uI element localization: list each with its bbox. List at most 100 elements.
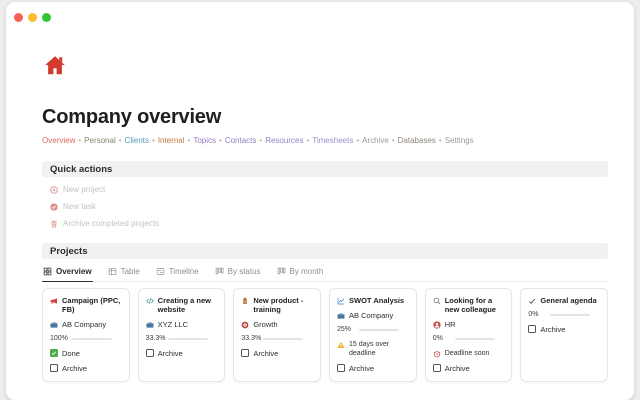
megaphone-icon xyxy=(50,297,57,304)
code-icon xyxy=(146,297,154,304)
minimize-window-button[interactable] xyxy=(28,13,37,22)
window-controls xyxy=(14,13,51,22)
project-card-website[interactable]: Creating a new website XYZ LLC 33.3% Arc… xyxy=(137,288,226,382)
progress-label: 25% xyxy=(337,326,352,333)
target-icon xyxy=(242,321,249,328)
archive-label: Archive xyxy=(540,325,566,334)
warning-icon xyxy=(337,341,345,348)
nav-link-timesheets[interactable]: Timesheets xyxy=(312,136,353,145)
archive-checkbox[interactable] xyxy=(241,349,250,357)
tab-timeline[interactable]: Timeline xyxy=(155,264,200,281)
circle-plus-icon xyxy=(50,185,58,194)
progress-label: 0% xyxy=(528,311,539,318)
progress-bar xyxy=(359,328,400,331)
progress-label: 33.3% xyxy=(145,335,166,342)
project-card-agenda[interactable]: General agenda 0% Archive xyxy=(520,288,609,382)
card-title: SWOT Analysis xyxy=(349,296,405,305)
app-window: Company overview Overview • Personal • Clien… xyxy=(6,2,634,400)
zoom-window-button[interactable] xyxy=(42,13,51,22)
board-icon xyxy=(277,267,285,275)
project-card-campaign[interactable]: Campaign (PPC, FB) AB Company 100% Done … xyxy=(42,288,130,382)
archive-label: Archive xyxy=(349,364,375,373)
progress-bar xyxy=(167,337,208,340)
board-icon xyxy=(215,267,224,275)
progress-label: 33.3% xyxy=(241,335,262,342)
nav-link-overview[interactable]: Overview xyxy=(42,136,75,145)
briefcase-icon xyxy=(146,321,154,328)
project-card-training[interactable]: New product - training Growth 33.3% Arch… xyxy=(233,288,322,382)
briefcase-icon xyxy=(50,321,58,328)
close-window-button[interactable] xyxy=(14,13,23,22)
done-label: Done xyxy=(62,349,80,358)
card-title: Looking for a new colleague xyxy=(444,296,496,314)
project-cards: Campaign (PPC, FB) AB Company 100% Done … xyxy=(42,288,609,382)
progress-bar xyxy=(263,337,304,340)
project-card-swot[interactable]: SWOT Analysis AB Company 25% 15 days ove… xyxy=(329,288,417,382)
done-checkbox[interactable] xyxy=(50,349,58,357)
table-icon xyxy=(108,268,116,275)
nav-link-contacts[interactable]: Contacts xyxy=(225,136,257,145)
quick-actions-header: Quick actions xyxy=(42,161,608,177)
progress-row: 100% xyxy=(50,335,122,343)
card-title: Creating a new website xyxy=(157,296,212,314)
new-task-button[interactable]: New task xyxy=(42,202,608,211)
card-title: New product - training xyxy=(253,296,304,314)
nav-link-databases[interactable]: Databases xyxy=(398,136,436,145)
progress-row: 33.3% xyxy=(241,335,313,343)
tab-by-month[interactable]: By month xyxy=(276,264,325,281)
progress-bar xyxy=(72,337,112,340)
card-title: General agenda xyxy=(540,296,597,305)
card-title: Campaign (PPC, FB) xyxy=(62,296,121,314)
archive-label: Archive xyxy=(253,349,279,358)
archive-checkbox[interactable] xyxy=(337,364,346,372)
project-card-colleague[interactable]: Looking for a new colleague HR 0% Deadli… xyxy=(424,288,513,382)
archive-checkbox[interactable] xyxy=(50,364,58,372)
check-icon xyxy=(529,298,536,304)
breadcrumb: Overview • Personal • Clients • Internal • Topic… xyxy=(42,136,474,145)
house-icon[interactable] xyxy=(42,54,68,78)
new-project-button[interactable]: New project xyxy=(42,185,608,194)
person-icon xyxy=(433,320,441,329)
alarm-clock-icon xyxy=(433,350,440,357)
card-company: AB Company xyxy=(62,320,107,329)
deadline-soon-label: Deadline soon xyxy=(444,350,490,357)
quick-action-label: Archive completed projects xyxy=(63,219,160,228)
progress-row: 25% xyxy=(337,326,409,334)
archive-label: Archive xyxy=(444,364,470,373)
nav-link-internal[interactable]: Internal xyxy=(158,136,185,145)
progress-row: 33.3% xyxy=(146,335,218,343)
gallery-icon xyxy=(43,267,52,276)
progress-row: 0% xyxy=(433,335,505,343)
check-icon xyxy=(51,351,57,356)
nav-link-archive[interactable]: Archive xyxy=(362,136,389,145)
archive-label: Archive xyxy=(157,349,183,358)
projects-header: Projects xyxy=(42,243,608,259)
nav-link-settings[interactable]: Settings xyxy=(445,136,474,145)
archive-completed-projects-button[interactable]: Archive completed projects xyxy=(42,219,608,228)
tab-by-status[interactable]: By status xyxy=(214,264,262,281)
briefcase-icon xyxy=(337,312,345,319)
page-title: Company overview xyxy=(42,106,222,128)
trash-icon xyxy=(51,220,57,227)
archive-checkbox[interactable] xyxy=(145,349,154,357)
archive-checkbox[interactable] xyxy=(432,364,441,372)
timeline-icon xyxy=(156,268,164,275)
tab-table[interactable]: Table xyxy=(107,264,141,281)
projects-view-tabs: Overview Table Timeline By status By mon… xyxy=(42,264,608,282)
card-category: Growth xyxy=(253,320,278,329)
nav-link-personal[interactable]: Personal xyxy=(84,136,116,145)
circle-check-icon xyxy=(50,202,58,211)
archive-checkbox[interactable] xyxy=(528,325,537,333)
deadline-warning: 15 days over deadline xyxy=(349,341,390,357)
progress-bar xyxy=(550,313,591,316)
progress-bar xyxy=(454,337,495,340)
nav-link-clients[interactable]: Clients xyxy=(125,136,149,145)
nav-link-topics[interactable]: Topics xyxy=(193,136,216,145)
tab-overview[interactable]: Overview xyxy=(42,264,93,282)
quick-action-label: New task xyxy=(63,202,96,211)
card-company: AB Company xyxy=(349,311,394,320)
nav-link-resources[interactable]: Resources xyxy=(265,136,303,145)
progress-label: 100% xyxy=(50,335,68,342)
archive-label: Archive xyxy=(62,364,88,373)
progress-row: 0% xyxy=(528,311,600,319)
